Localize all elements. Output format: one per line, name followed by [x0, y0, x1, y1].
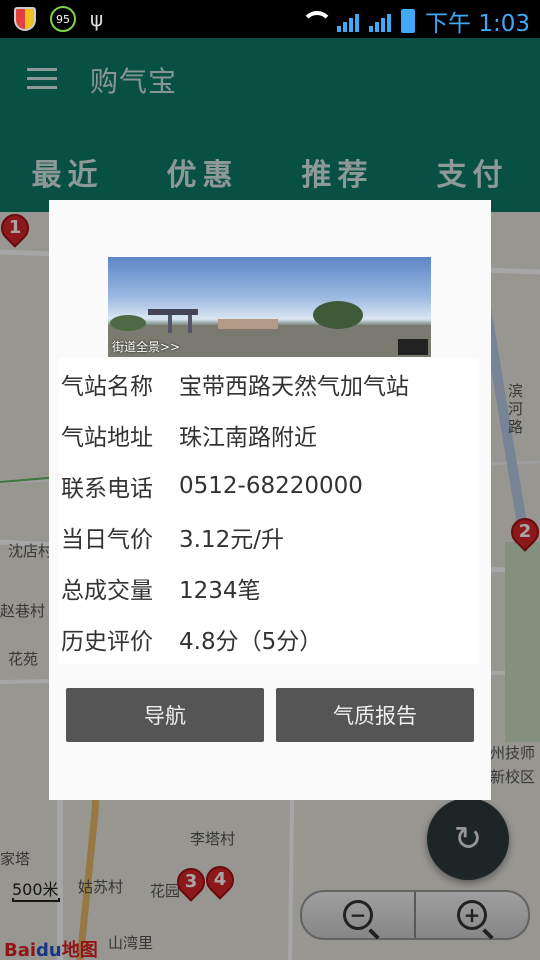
info-value: 珠江南路附近	[179, 424, 317, 451]
info-key: 气站名称	[61, 373, 153, 400]
navigate-button[interactable]: 导航	[66, 688, 264, 742]
info-row-address: 气站地址 珠江南路附近	[59, 409, 479, 460]
info-value: 3.12元/升	[179, 526, 284, 553]
info-value: 宝带西路天然气加气站	[179, 373, 409, 400]
info-key: 联系电话	[61, 475, 153, 502]
usb-icon: ψ	[90, 7, 104, 31]
gas-quality-report-button[interactable]: 气质报告	[276, 688, 474, 742]
notification-badge-icon: 95	[50, 6, 76, 32]
status-time: 下午 1:03	[425, 11, 530, 37]
info-value: 1234笔	[179, 577, 261, 604]
info-row-price: 当日气价 3.12元/升	[59, 511, 479, 562]
info-value: 4.8分（5分）	[179, 628, 323, 655]
wifi-icon	[299, 9, 327, 33]
info-row-rating: 历史评价 4.8分（5分）	[59, 613, 479, 664]
status-bar: 95 ψ 下午 1:03	[0, 0, 540, 38]
security-shield-icon	[14, 7, 36, 31]
info-key: 气站地址	[61, 424, 153, 451]
info-value[interactable]: 0512-68220000	[179, 473, 363, 499]
info-key: 总成交量	[61, 577, 153, 604]
info-row-name: 气站名称 宝带西路天然气加气站	[59, 358, 479, 409]
street-view-link[interactable]: 街道全景>>	[112, 338, 180, 355]
battery-charging-icon	[401, 9, 416, 33]
info-row-phone: 联系电话 0512-68220000	[59, 460, 479, 511]
signal-g-icon	[369, 10, 392, 32]
info-key: 历史评价	[61, 628, 153, 655]
street-view-image[interactable]: 街道全景>>	[108, 257, 431, 357]
info-row-volume: 总成交量 1234笔	[59, 562, 479, 613]
info-key: 当日气价	[61, 526, 153, 553]
station-info-list: 气站名称 宝带西路天然气加气站 气站地址 珠江南路附近 联系电话 0512-68…	[59, 358, 479, 664]
station-detail-dialog: 街道全景>> 气站名称 宝带西路天然气加气站 气站地址 珠江南路附近 联系电话 …	[49, 200, 491, 800]
signal-3g-icon	[337, 10, 360, 32]
